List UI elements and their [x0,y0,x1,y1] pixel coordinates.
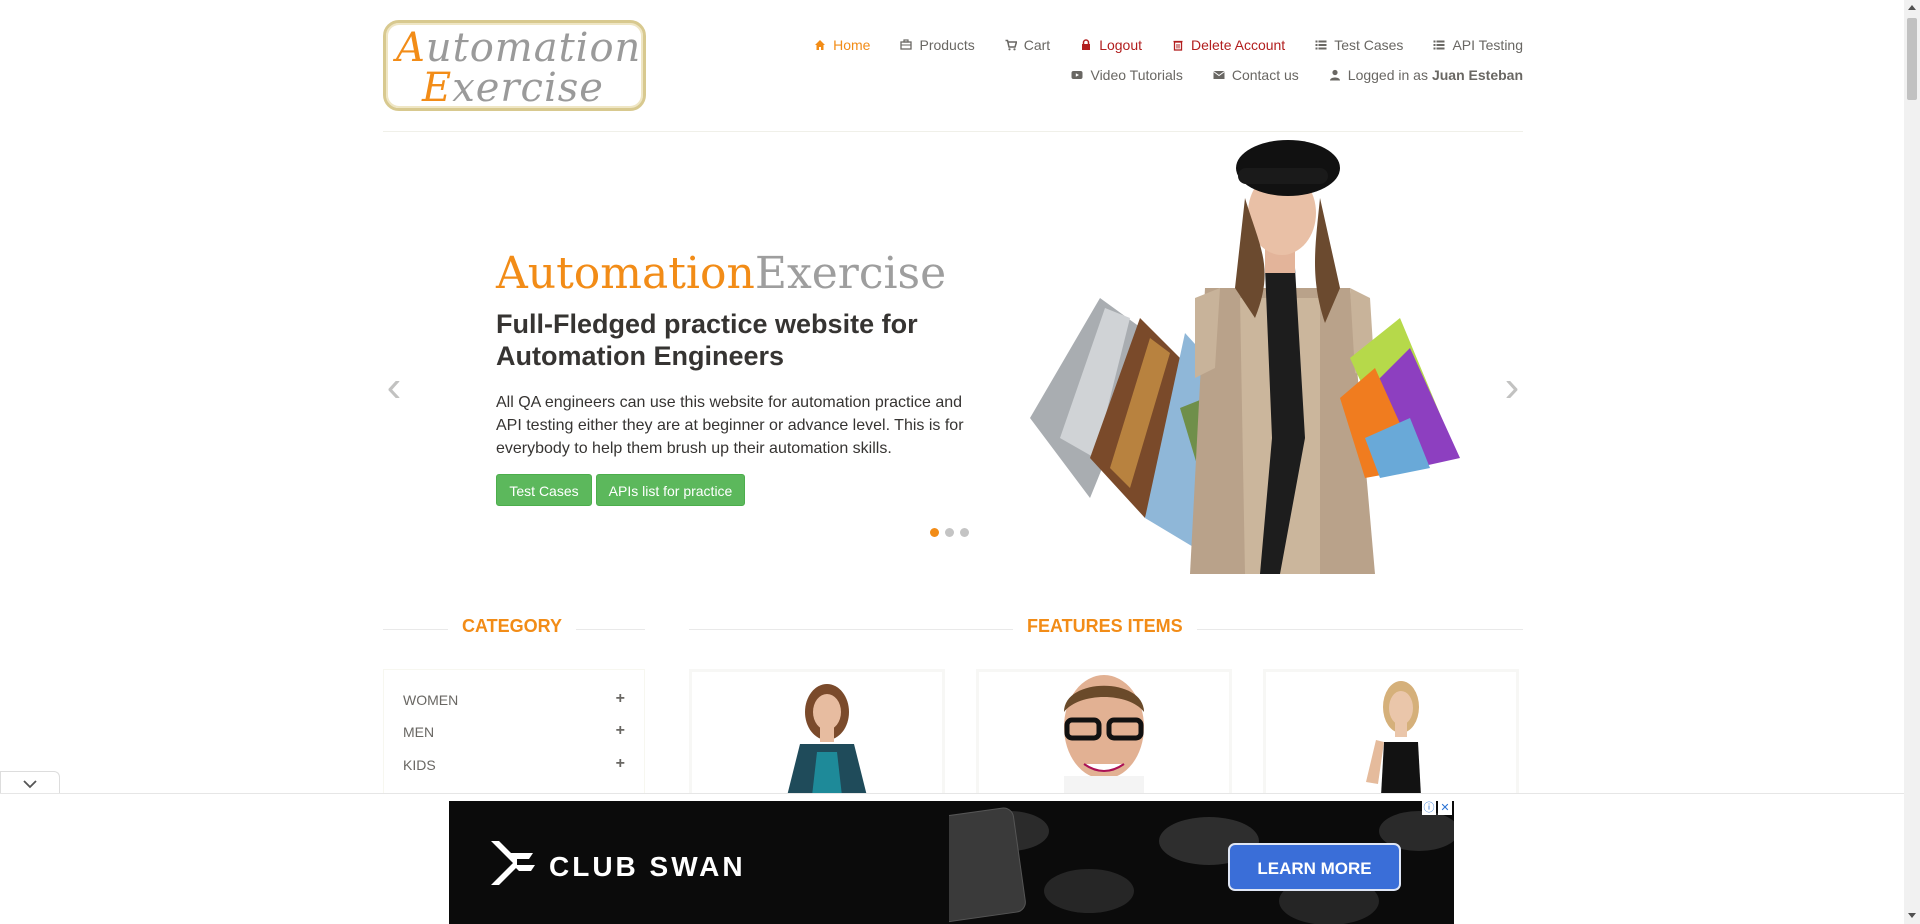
nav-test-cases[interactable]: Test Cases [1285,37,1403,53]
slider-next-arrow[interactable]: › [1501,365,1523,409]
nav-api-testing[interactable]: API Testing [1403,37,1523,53]
category-title: CATEGORY [448,616,577,637]
lock-icon [1082,39,1091,50]
apis-list-button[interactable]: APIs list for practice [596,474,745,506]
ad-brand-name: CLUB SWAN [549,851,746,882]
slider-dot-3[interactable] [960,528,969,537]
slider-indicators [930,528,969,537]
plus-icon[interactable]: + [616,690,625,708]
youtube-icon [1071,71,1083,79]
nav-row-1: Home Products Cart Logout Delete Account [763,30,1523,60]
scroll-up-icon[interactable] [1908,5,1916,10]
product-card[interactable] [976,669,1232,799]
ad-info-icon[interactable]: ⓘ [1422,801,1436,815]
scrollbar-thumb[interactable] [1907,18,1917,100]
list-icon [1433,40,1445,50]
slide-paragraph: All QA engineers can use this website fo… [496,394,964,457]
slider-dot-1[interactable] [930,528,939,537]
nav-row-2: Video Tutorials Contact us Logged in as J… [763,60,1523,90]
category-panel: WOMEN + MEN + KIDS + [383,669,645,799]
plus-icon[interactable]: + [616,722,625,740]
chevron-down-icon [23,780,37,789]
logged-in-username: Juan Esteban [1431,67,1523,83]
club-swan-ad[interactable]: CLUB SWAN LEARN MORE ⓘ ✕ [449,801,1454,924]
scroll-down-icon[interactable] [1908,913,1916,918]
product-card[interactable] [1263,669,1519,799]
club-swan-logo-icon [491,841,535,885]
slider-prev-arrow[interactable]: ‹ [383,365,405,409]
hero-slider: ‹ AutomationExercise Full-Fledged practi… [383,138,1523,578]
test-cases-button[interactable]: Test Cases [496,474,592,506]
cart-icon [1005,39,1017,51]
home-icon [815,40,826,50]
product-image [1064,675,1144,796]
nav-contact-us[interactable]: Contact us [1183,67,1299,83]
category-women[interactable]: WOMEN + [403,690,625,708]
hero-model-image [1030,140,1460,574]
briefcase-icon [900,39,913,50]
header-divider [383,131,1523,132]
slide-heading: Full-Fledged practice website for Automa… [496,309,918,371]
features-title: FEATURES ITEMS [1013,616,1197,637]
plus-icon[interactable]: + [616,755,625,773]
site-logo[interactable]: Automation Exercise [383,20,646,111]
envelope-icon [1213,71,1225,79]
ad-learn-more-button[interactable]: LEARN MORE [1228,843,1401,891]
nav-cart[interactable]: Cart [975,37,1050,53]
category-kids[interactable]: KIDS + [403,755,625,773]
nav-delete-account[interactable]: Delete Account [1142,37,1285,53]
list-icon [1315,40,1327,50]
nav-home[interactable]: Home [784,37,870,53]
nav-logged-in-as[interactable]: Logged in as Juan Esteban [1299,67,1523,83]
product-image [787,684,867,796]
user-icon [1329,69,1340,81]
main-nav: Home Products Cart Logout Delete Account [763,30,1523,90]
nav-logout[interactable]: Logout [1050,37,1142,53]
page-scrollbar[interactable] [1904,0,1920,924]
nav-products[interactable]: Products [870,37,975,53]
trash-icon [1173,40,1183,51]
slide-title: AutomationExercise [496,248,947,299]
ad-close-icon[interactable]: ✕ [1438,801,1452,815]
product-image [1366,681,1421,796]
nav-video-tutorials[interactable]: Video Tutorials [1041,67,1183,83]
product-card[interactable] [689,669,945,799]
category-men[interactable]: MEN + [403,722,625,740]
slider-dot-2[interactable] [945,528,954,537]
